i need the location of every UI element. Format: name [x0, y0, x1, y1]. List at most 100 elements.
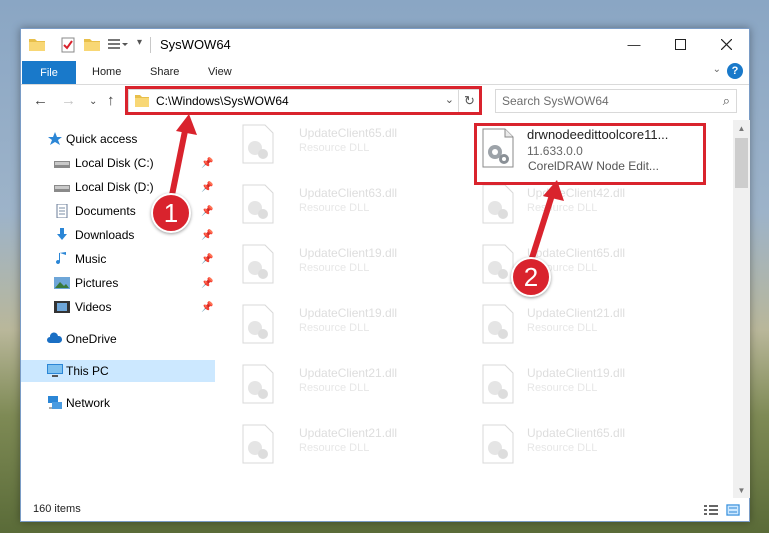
up-button[interactable]: ↑: [107, 92, 115, 109]
back-button[interactable]: ←: [33, 92, 48, 109]
tab-file[interactable]: File: [22, 61, 76, 84]
search-box[interactable]: ⌕: [495, 89, 737, 113]
list-item[interactable]: UpdateClient65.dll Resource DLL: [229, 120, 449, 168]
properties-icon[interactable]: [61, 37, 75, 53]
dll-file-icon: [242, 124, 274, 164]
scroll-down-icon[interactable]: ▼: [733, 482, 750, 498]
list-item[interactable]: UpdateClient19.dll Resource DLL: [229, 300, 449, 348]
recent-locations-icon[interactable]: ⌄: [89, 96, 97, 107]
sidebar-item-label: Local Disk (C:): [75, 156, 154, 170]
computer-icon: [47, 364, 63, 377]
ribbon: File Home Share View ⌄ ?: [21, 60, 749, 85]
pictures-icon: [54, 277, 70, 289]
sidebar-item-label: Pictures: [75, 276, 119, 290]
large-icons-view-icon[interactable]: [726, 504, 740, 516]
close-button[interactable]: [703, 29, 749, 60]
file-name: UpdateClient21.dll: [299, 426, 398, 440]
scroll-up-icon[interactable]: ▲: [733, 120, 750, 136]
search-input[interactable]: [502, 93, 702, 109]
list-item[interactable]: UpdateClient19.dll Resource DLL: [481, 360, 701, 408]
sidebar-item-label: Documents: [75, 204, 136, 218]
file-name: UpdateClient65.dll: [299, 126, 398, 140]
sidebar-item-local-disk-c[interactable]: Local Disk (C:) 📌: [21, 152, 215, 174]
pin-icon: 📌: [201, 181, 214, 193]
file-type: Resource DLL: [527, 382, 598, 394]
list-item[interactable]: UpdateClient65.dll Resource DLL: [481, 420, 701, 468]
step-badge-2: 2: [511, 257, 551, 297]
pin-icon: 📌: [201, 157, 214, 169]
documents-icon: [56, 204, 68, 218]
file-name: UpdateClient19.dll: [299, 306, 398, 320]
file-name: UpdateClient19.dll: [527, 366, 626, 380]
file-type: Resource DLL: [527, 202, 598, 214]
close-icon: [720, 39, 732, 50]
help-button[interactable]: ?: [727, 63, 743, 79]
customize-quick-access-icon[interactable]: [107, 37, 129, 51]
dll-file-icon: [482, 244, 514, 284]
sidebar-item-label: Network: [66, 396, 111, 410]
sidebar-item-network[interactable]: Network: [21, 392, 215, 414]
file-name: UpdateClient65.dll: [527, 246, 626, 260]
tab-home[interactable]: Home: [92, 66, 121, 78]
list-item[interactable]: UpdateClient21.dll Resource DLL: [229, 420, 449, 468]
list-item[interactable]: UpdateClient42.dll Resource DLL: [481, 180, 701, 228]
step-badge-1: 1: [151, 193, 191, 233]
list-item[interactable]: UpdateClient21.dll Resource DLL: [481, 300, 701, 348]
forward-button[interactable]: →: [61, 92, 76, 109]
navigation-pane: Quick access Local Disk (C:) 📌 Local Dis…: [21, 123, 215, 498]
sidebar-item-downloads[interactable]: Downloads 📌: [21, 224, 215, 246]
sidebar-item-local-disk-d[interactable]: Local Disk (D:) 📌: [21, 176, 215, 198]
dll-file-icon: [242, 244, 274, 284]
item-count: 160 items: [33, 503, 81, 515]
dll-file-icon: [482, 364, 514, 404]
vertical-scrollbar[interactable]: ▲ ▼: [733, 120, 750, 498]
folder-icon: [29, 39, 45, 51]
file-type: Resource DLL: [299, 382, 370, 394]
dll-file-icon: [242, 424, 274, 464]
sidebar-item-label: Music: [75, 252, 107, 266]
dll-file-icon: [242, 184, 274, 224]
dll-file-icon: [242, 304, 274, 344]
list-item[interactable]: UpdateClient63.dll Resource DLL: [229, 180, 449, 228]
sidebar-item-quick-access[interactable]: Quick access: [21, 128, 215, 150]
cloud-icon: [47, 332, 63, 343]
address-bar-highlight: [125, 86, 482, 115]
sidebar-item-this-pc[interactable]: This PC: [21, 360, 215, 382]
title-bar: ▾ SysWOW64 —: [21, 29, 749, 60]
minimize-button[interactable]: —: [611, 29, 657, 60]
file-name: UpdateClient65.dll: [527, 426, 626, 440]
expand-ribbon-icon[interactable]: ⌄: [713, 64, 721, 75]
file-type: Resource DLL: [527, 442, 598, 454]
pin-icon: 📌: [201, 205, 214, 217]
status-bar: 160 items: [21, 499, 749, 521]
file-highlight: [474, 123, 706, 185]
music-icon: [56, 252, 66, 265]
quick-access-dropdown-icon[interactable]: ▾: [137, 37, 142, 48]
videos-icon: [54, 301, 70, 313]
file-type: Resource DLL: [299, 322, 370, 334]
scrollbar-thumb[interactable]: [735, 138, 748, 188]
sidebar-item-videos[interactable]: Videos 📌: [21, 296, 215, 318]
tab-view[interactable]: View: [208, 66, 232, 78]
sidebar-item-label: Local Disk (D:): [75, 180, 154, 194]
dll-file-icon: [482, 184, 514, 224]
dll-file-icon: [242, 364, 274, 404]
maximize-button[interactable]: [657, 29, 703, 60]
pin-icon: 📌: [201, 229, 214, 241]
network-icon: [48, 396, 62, 409]
tab-share[interactable]: Share: [150, 66, 179, 78]
list-item[interactable]: UpdateClient21.dll Resource DLL: [229, 360, 449, 408]
new-folder-icon[interactable]: [84, 37, 100, 51]
sidebar-item-onedrive[interactable]: OneDrive: [21, 328, 215, 350]
list-item[interactable]: UpdateClient19.dll Resource DLL: [229, 240, 449, 288]
file-type: Resource DLL: [299, 442, 370, 454]
details-view-icon[interactable]: [704, 504, 718, 516]
file-name: UpdateClient63.dll: [299, 186, 398, 200]
sidebar-item-pictures[interactable]: Pictures 📌: [21, 272, 215, 294]
sidebar-item-music[interactable]: Music 📌: [21, 248, 215, 270]
drive-icon: [54, 185, 70, 192]
search-icon[interactable]: ⌕: [723, 93, 730, 109]
window-title: SysWOW64: [160, 37, 231, 52]
file-type: Resource DLL: [299, 262, 370, 274]
minimize-icon: —: [627, 37, 641, 52]
